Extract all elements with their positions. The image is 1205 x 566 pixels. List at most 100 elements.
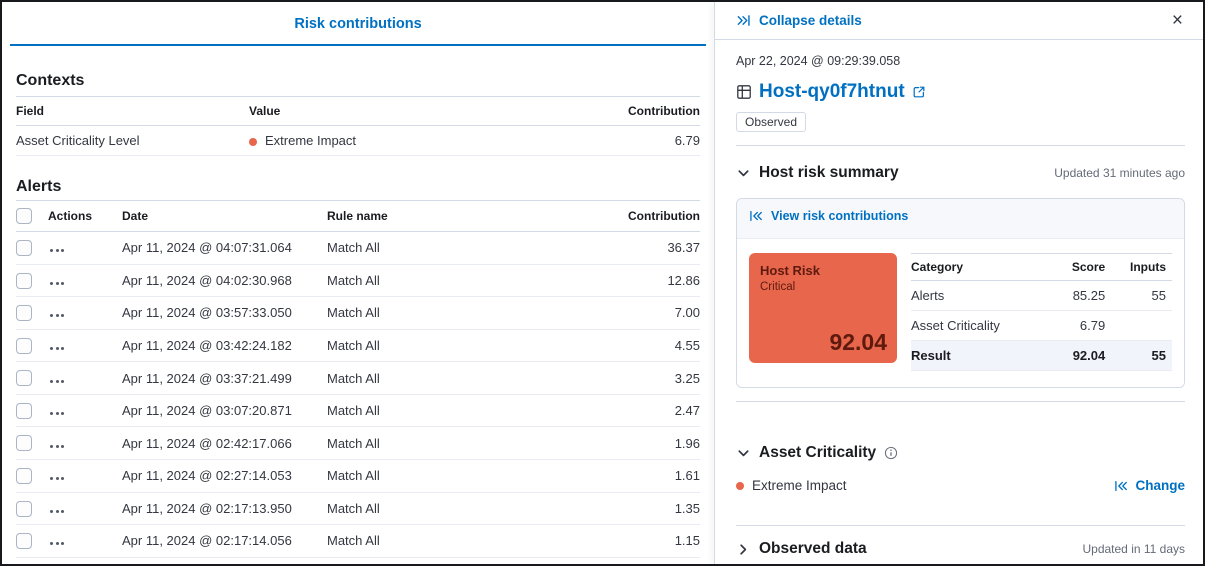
tab-risk-contributions[interactable]: Risk contributions [294,16,421,32]
risk-breakdown-table: Category Score Inputs Alerts 85.25 55 [911,253,1172,371]
alert-date: Apr 11, 2024 @ 02:42:17.066 [122,427,327,460]
alert-date: Apr 11, 2024 @ 02:17:14.056 [122,525,327,558]
asset-criticality-title: Asset Criticality [759,444,876,462]
host-title-row: Host-qy0f7htnut [736,81,1185,103]
alert-contribution: 12.86 [570,264,700,297]
alert-rule-name: Match All [327,297,570,330]
host-risk-summary-header[interactable]: Host risk summary Updated 31 minutes ago [736,164,1185,182]
entity-grid-icon [736,84,752,100]
host-name-link[interactable]: Host-qy0f7htnut [759,81,905,103]
row-checkbox[interactable] [16,305,32,321]
alert-date: Apr 11, 2024 @ 02:27:14.053 [122,459,327,492]
host-risk-score-card: Host Risk Critical 92.04 [749,253,897,363]
table-row: Apr 11, 2024 @ 04:07:31.064 Match All 36… [16,232,700,265]
expand-panel-icon [749,209,763,223]
risk-inputs: 55 [1105,281,1172,311]
risk-score: 6.79 [1052,311,1105,341]
collapse-panel-icon [736,13,751,28]
risk-col-score: Score [1052,254,1105,281]
criticality-dot-icon [249,138,257,146]
risk-card-title: Host Risk [760,263,886,278]
alert-contribution: 1.35 [570,492,700,525]
contexts-col-field: Field [16,97,249,126]
row-checkbox[interactable] [16,370,32,386]
row-checkbox[interactable] [16,501,32,517]
event-timestamp: Apr 22, 2024 @ 09:29:39.058 [736,54,1185,68]
risk-col-inputs: Inputs [1105,254,1172,281]
row-checkbox[interactable] [16,403,32,419]
row-checkbox[interactable] [16,240,32,256]
risk-score: 92.04 [1052,341,1105,371]
alert-rule-name: Match All [327,394,570,427]
context-field: Asset Criticality Level [16,126,249,156]
chevron-right-icon[interactable] [736,542,751,557]
table-row: Asset Criticality Level Extreme Impact 6… [16,126,700,156]
row-actions-button[interactable] [48,409,66,418]
row-checkbox[interactable] [16,338,32,354]
flyout-header: Collapse details × [715,2,1203,40]
contexts-col-contribution: Contribution [570,97,700,126]
risk-score: 85.25 [1052,281,1105,311]
alert-date: Apr 11, 2024 @ 03:07:20.871 [122,394,327,427]
row-checkbox[interactable] [16,468,32,484]
alerts-col-date: Date [122,201,327,232]
row-actions-button[interactable] [48,311,66,320]
view-risk-contributions-button[interactable]: View risk contributions [749,209,908,223]
info-icon[interactable] [884,446,898,460]
flyout-body: Apr 22, 2024 @ 09:29:39.058 Host-qy0f7ht… [715,40,1203,558]
table-row: Apr 11, 2024 @ 02:42:17.066 Match All 1.… [16,427,700,460]
row-checkbox[interactable] [16,533,32,549]
alert-contribution: 1.15 [570,525,700,558]
table-row: Apr 11, 2024 @ 02:27:14.053 Match All 1.… [16,459,700,492]
divider [736,401,1185,402]
table-row: Apr 11, 2024 @ 03:57:33.050 Match All 7.… [16,297,700,330]
collapse-details-button[interactable]: Collapse details [736,13,862,28]
alert-contribution: 1.61 [570,459,700,492]
risk-category: Alerts [911,281,1052,311]
alert-rule-name: Match All [327,362,570,395]
contexts-col-value: Value [249,97,570,126]
risk-contributions-panel: Risk contributions Contexts Field Value … [2,2,714,564]
alert-contribution: 36.37 [570,232,700,265]
row-actions-button[interactable] [48,442,66,451]
table-row: Apr 11, 2024 @ 03:07:20.871 Match All 2.… [16,394,700,427]
asset-criticality-header[interactable]: Asset Criticality [736,444,1185,462]
observed-data-header[interactable]: Observed data Updated in 11 days [736,540,1185,558]
risk-contributions-screen: Risk contributions Contexts Field Value … [0,0,1205,566]
alert-contribution: 7.00 [570,297,700,330]
row-checkbox[interactable] [16,435,32,451]
external-link-icon[interactable] [912,85,926,99]
change-criticality-button[interactable]: Change [1114,478,1185,493]
context-value: Extreme Impact [249,126,570,156]
criticality-dot-icon [736,482,744,490]
row-actions-button[interactable] [48,246,66,255]
tab-bar: Risk contributions [10,2,706,46]
divider [736,145,1185,146]
row-actions-button[interactable] [48,279,66,288]
alert-rule-name: Match All [327,329,570,362]
alert-rule-name: Match All [327,492,570,525]
row-actions-button[interactable] [48,344,66,353]
risk-category: Result [911,341,1052,371]
asset-criticality-row: Extreme Impact Change [736,478,1185,493]
table-row: Apr 11, 2024 @ 02:17:14.056 Match All 1.… [16,525,700,558]
left-panel-content: Contexts Field Value Contribution Asset … [10,72,706,566]
alert-rule-name: Match All [327,232,570,265]
alert-date: Apr 11, 2024 @ 04:07:31.064 [122,232,327,265]
risk-summary-updated: Updated 31 minutes ago [1054,166,1185,180]
host-risk-summary-title: Host risk summary [759,164,899,182]
row-actions-button[interactable] [48,474,66,483]
row-actions-button[interactable] [48,507,66,516]
alert-contribution: 3.25 [570,362,700,395]
close-icon[interactable]: × [1168,9,1187,32]
chevron-down-icon[interactable] [736,446,751,461]
alerts-table-body: Apr 11, 2024 @ 04:07:31.064 Match All 36… [16,232,700,558]
table-row: Asset Criticality 6.79 [911,311,1172,341]
select-all-checkbox[interactable] [16,208,32,224]
row-actions-button[interactable] [48,377,66,386]
row-checkbox[interactable] [16,273,32,289]
table-row: Apr 11, 2024 @ 03:37:21.499 Match All 3.… [16,362,700,395]
chevron-down-icon[interactable] [736,166,751,181]
risk-panel-header: View risk contributions [737,199,1184,239]
row-actions-button[interactable] [48,539,66,548]
